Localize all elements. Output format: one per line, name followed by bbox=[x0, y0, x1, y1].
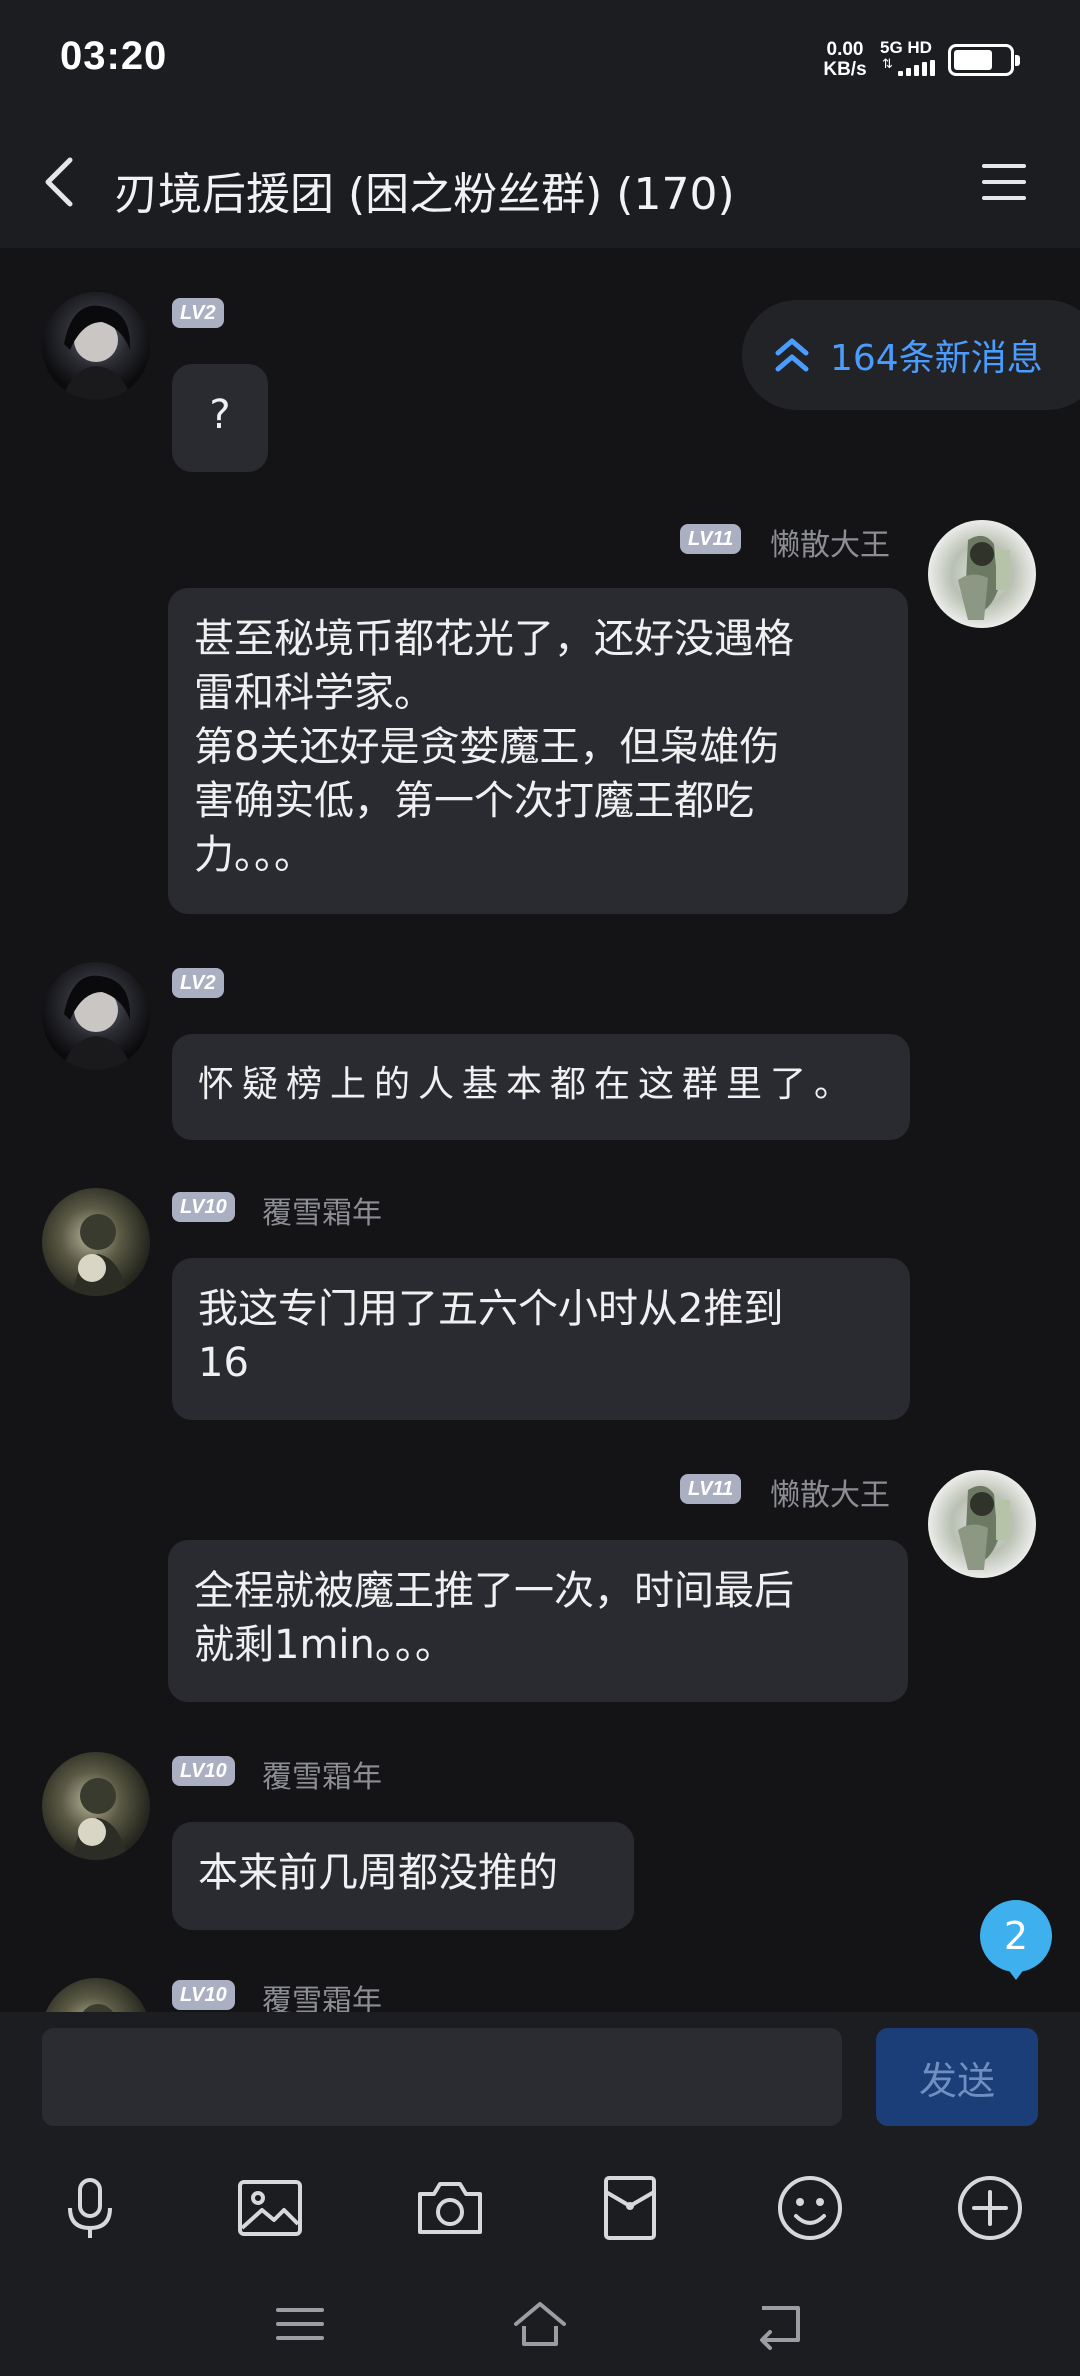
unread-badge[interactable]: 2 bbox=[978, 1900, 1054, 1980]
network-speed-value: 0.00 bbox=[826, 39, 864, 60]
signal-icon: 5G HD ⇅ bbox=[880, 38, 936, 80]
avatar[interactable] bbox=[42, 1978, 150, 2012]
composer: 发送 bbox=[0, 2012, 1080, 2376]
data-arrows-icon: ⇅ bbox=[882, 57, 893, 72]
system-nav-bar bbox=[0, 2272, 1080, 2376]
emoji-icon[interactable] bbox=[774, 2172, 846, 2244]
nickname[interactable]: 懒散大王 bbox=[770, 1470, 890, 1514]
chevron-left-icon[interactable] bbox=[38, 150, 82, 214]
menu-icon[interactable] bbox=[980, 160, 1028, 204]
avatar[interactable] bbox=[928, 1470, 1036, 1578]
plus-icon[interactable] bbox=[954, 2172, 1026, 2244]
microphone-icon[interactable] bbox=[54, 2172, 126, 2244]
camera-icon[interactable] bbox=[414, 2172, 486, 2244]
double-chevron-up-icon bbox=[775, 338, 809, 372]
avatar[interactable] bbox=[42, 1188, 150, 1296]
message-bubble[interactable]: 我这专门用了五六个小时从2推到 16 bbox=[172, 1258, 910, 1420]
avatar[interactable] bbox=[928, 520, 1036, 628]
image-icon[interactable] bbox=[234, 2172, 306, 2244]
avatar[interactable] bbox=[42, 292, 150, 400]
message-bubble[interactable]: 怀疑榜上的人基本都在这群里了。 bbox=[172, 1034, 910, 1140]
message-list[interactable]: LV2 ? 164条新消息 LV11 懒散大王 甚至秘境币都花光了，还好没遇格 … bbox=[0, 248, 1080, 2012]
unread-count: 2 bbox=[1003, 1914, 1029, 1958]
nickname[interactable]: 懒散大王 bbox=[770, 520, 890, 564]
chat-title: 刃境后援团 (困之粉丝群) (170) bbox=[114, 169, 735, 220]
back-icon[interactable] bbox=[752, 2296, 808, 2352]
level-badge: LV10 bbox=[172, 1980, 235, 2010]
level-badge: LV10 bbox=[172, 1756, 235, 1786]
send-button[interactable]: 发送 bbox=[876, 2028, 1038, 2126]
avatar[interactable] bbox=[42, 1752, 150, 1860]
level-badge: LV11 bbox=[680, 1474, 742, 1504]
level-badge: LV10 bbox=[172, 1192, 235, 1222]
network-type: 5G HD bbox=[880, 38, 932, 57]
nickname[interactable]: 覆雪霜年 bbox=[262, 1188, 382, 1232]
composer-toolbar bbox=[0, 2162, 1080, 2252]
level-badge: LV2 bbox=[172, 298, 224, 328]
level-badge: LV2 bbox=[172, 968, 224, 998]
new-messages-label: 164条新消息 bbox=[830, 338, 1043, 379]
signal-bars-icon bbox=[898, 60, 935, 76]
message-bubble[interactable]: 甚至秘境币都花光了，还好没遇格 雷和科学家。 第8关还好是贪婪魔王，但枭雄伤 害… bbox=[168, 588, 908, 914]
network-speed: 0.00 KB/s bbox=[818, 40, 872, 80]
message-bubble[interactable]: ? bbox=[172, 364, 268, 472]
avatar[interactable] bbox=[42, 962, 150, 1070]
level-badge: LV11 bbox=[680, 524, 742, 554]
status-time: 03:20 bbox=[60, 34, 168, 78]
battery-level bbox=[954, 50, 992, 70]
network-speed-unit: KB/s bbox=[823, 59, 867, 80]
nickname[interactable]: 覆雪霜年 bbox=[262, 1976, 382, 2012]
message-input[interactable] bbox=[42, 2028, 842, 2126]
battery-icon bbox=[948, 44, 1020, 76]
message-bubble[interactable]: 本来前几周都没推的 bbox=[172, 1822, 634, 1930]
chat-header: 刃境后援团 (困之粉丝群) (170) bbox=[0, 120, 1080, 248]
red-packet-icon[interactable] bbox=[594, 2172, 666, 2244]
new-messages-button[interactable]: 164条新消息 bbox=[742, 300, 1080, 410]
home-icon[interactable] bbox=[512, 2296, 568, 2352]
status-bar: 03:20 0.00 KB/s 5G HD ⇅ bbox=[0, 0, 1080, 120]
recent-apps-icon[interactable] bbox=[272, 2296, 328, 2352]
nickname[interactable]: 覆雪霜年 bbox=[262, 1752, 382, 1796]
message-bubble[interactable]: 全程就被魔王推了一次，时间最后 就剩1min。。。 bbox=[168, 1540, 908, 1702]
